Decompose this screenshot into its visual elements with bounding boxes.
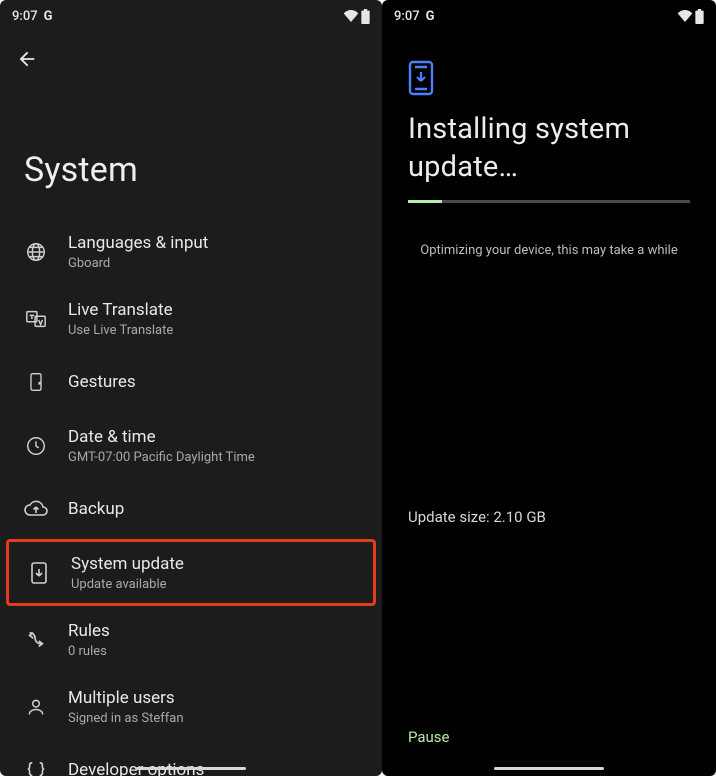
item-title: Date & time: [68, 426, 255, 448]
item-multiple-users[interactable]: Multiple users Signed in as Steffan: [0, 673, 382, 740]
optimizing-text: Optimizing your device, this may take a …: [382, 203, 716, 258]
update-title: Installing system update…: [382, 110, 716, 200]
item-sub: Update available: [71, 577, 184, 592]
gesture-nav-bar[interactable]: [0, 767, 382, 770]
item-rules[interactable]: Rules 0 rules: [0, 606, 382, 673]
status-bar: 9:07 G: [382, 0, 716, 30]
update-size: Update size: 2.10 GB: [382, 508, 572, 526]
pause-button[interactable]: Pause: [408, 728, 450, 746]
item-date-time[interactable]: Date & time GMT-07:00 Pacific Daylight T…: [0, 412, 382, 479]
progress-fill: [408, 200, 442, 203]
wifi-icon: [677, 10, 693, 22]
back-button[interactable]: [0, 30, 382, 70]
item-gestures[interactable]: Gestures: [0, 352, 382, 412]
settings-list: Languages & input Gboard Live Translate …: [0, 218, 382, 776]
settings-system-screen: 9:07 G System Languages & input Gboard: [0, 0, 382, 776]
rules-icon: [24, 628, 48, 652]
gestures-icon: [24, 370, 48, 394]
item-title: Gestures: [68, 371, 136, 393]
status-bar: 9:07 G: [0, 0, 382, 30]
system-update-icon: [27, 561, 51, 585]
item-sub: Signed in as Steffan: [68, 711, 184, 726]
item-title: Live Translate: [68, 299, 173, 321]
translate-icon: [24, 307, 48, 331]
clock-icon: [24, 434, 48, 458]
wifi-icon: [343, 10, 359, 22]
item-sub: 0 rules: [68, 644, 110, 659]
cloud-upload-icon: [24, 497, 48, 521]
item-title: Rules: [68, 620, 110, 642]
google-icon: G: [426, 9, 435, 24]
item-title: Multiple users: [68, 687, 184, 709]
status-time: 9:07: [12, 9, 38, 24]
item-title: Backup: [68, 498, 124, 520]
gesture-nav-bar[interactable]: [382, 767, 716, 770]
item-sub: Use Live Translate: [68, 323, 173, 338]
google-icon: G: [44, 9, 53, 24]
user-icon: [24, 695, 48, 719]
item-title: Languages & input: [68, 232, 208, 254]
item-system-update[interactable]: System update Update available: [6, 539, 376, 606]
item-sub: GMT-07:00 Pacific Daylight Time: [68, 450, 255, 465]
globe-icon: [24, 240, 48, 264]
status-time: 9:07: [394, 9, 420, 24]
page-title: System: [0, 70, 382, 218]
system-update-screen: 9:07 G Installing system update… Optimiz…: [382, 0, 716, 776]
item-live-translate[interactable]: Live Translate Use Live Translate: [0, 285, 382, 352]
item-languages-input[interactable]: Languages & input Gboard: [0, 218, 382, 285]
item-developer-options[interactable]: Developer options: [0, 740, 382, 776]
item-title: System update: [71, 553, 184, 575]
download-device-icon: [382, 30, 716, 110]
progress-bar: [408, 200, 690, 203]
battery-icon: [361, 9, 370, 24]
battery-icon: [695, 9, 704, 24]
item-backup[interactable]: Backup: [0, 479, 382, 539]
item-sub: Gboard: [68, 256, 208, 271]
